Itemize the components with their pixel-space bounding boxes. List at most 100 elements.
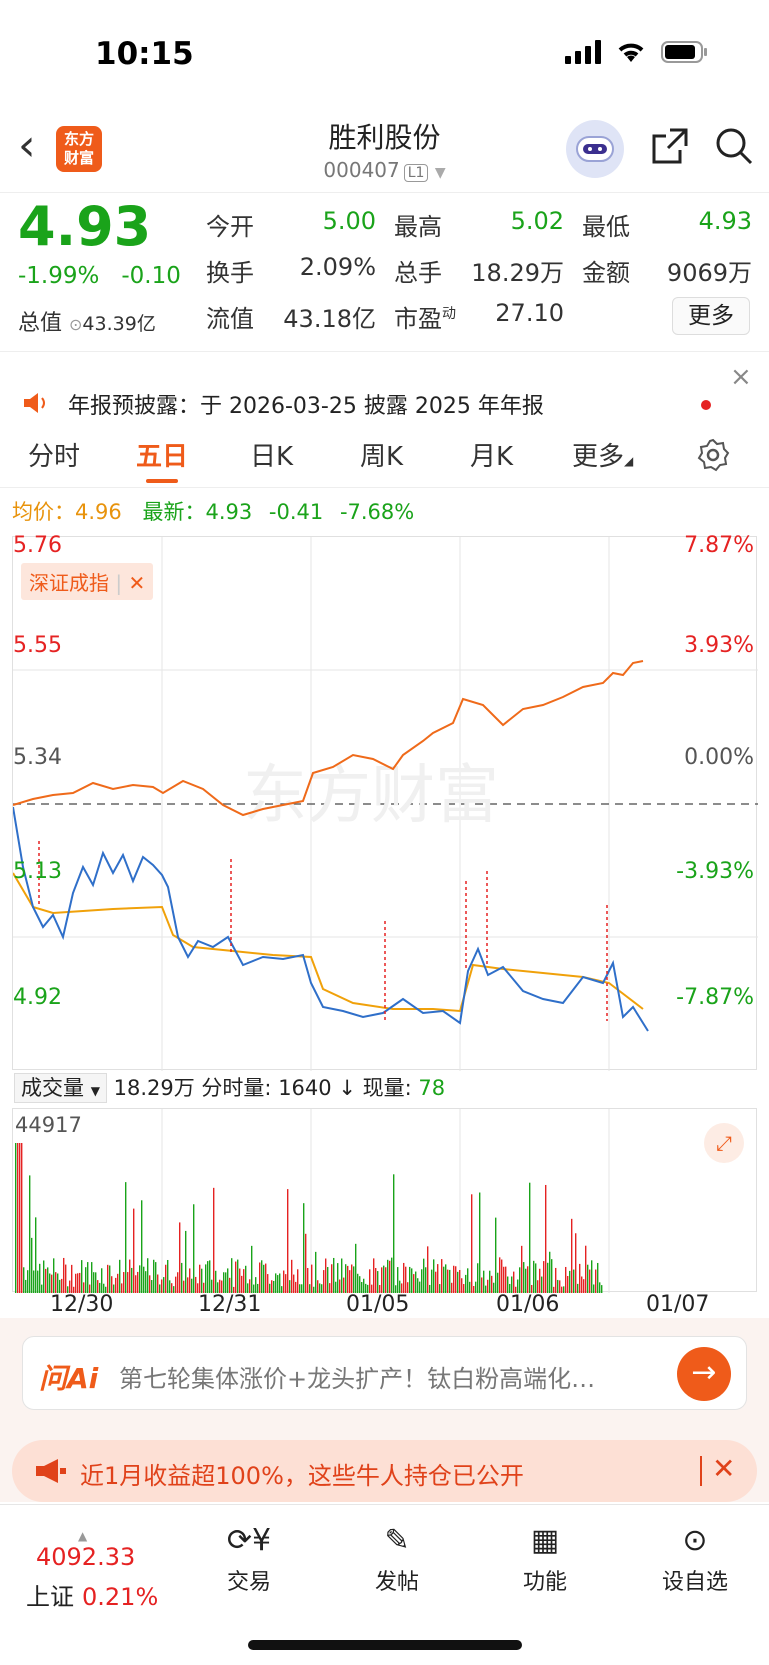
volume-bar (427, 1246, 429, 1293)
share-icon[interactable] (650, 126, 690, 166)
watermark: 东方财富 (243, 759, 499, 833)
volume-header: 成交量 ▼ 18.29万 分时量: 1640 ↓ 现量: 78 (14, 1072, 445, 1103)
volume-bar (525, 1268, 527, 1293)
volume-bar (495, 1217, 497, 1293)
y-label-5: 4.92 (13, 985, 62, 1010)
volume-bar (141, 1200, 143, 1293)
volume-bar (397, 1267, 399, 1293)
tab-daily-k[interactable]: 日K (250, 436, 293, 473)
volume-bar (359, 1276, 361, 1293)
volume-bar (315, 1251, 317, 1293)
indicator-select[interactable]: 成交量 ▼ (14, 1073, 107, 1103)
index-overlay-tag[interactable]: 深证成指 | ✕ (21, 563, 154, 600)
volume-bar (425, 1267, 427, 1293)
volume-bar (327, 1267, 329, 1293)
volume-bar (119, 1259, 121, 1293)
volume-bar (61, 1278, 63, 1293)
volume-bar (147, 1258, 149, 1293)
volume-bar (387, 1259, 389, 1293)
tab-weekly-k[interactable]: 周K (360, 436, 403, 473)
volume-bar (345, 1264, 347, 1293)
announcement-bar[interactable]: 年报预披露：于 2026-03-25 披露 2025 年年报 × (0, 362, 769, 420)
volume-bar (91, 1262, 93, 1293)
battery-icon (661, 41, 707, 63)
expand-icon[interactable]: ⤢ (704, 1123, 744, 1163)
volume-bar (149, 1275, 151, 1293)
volume-bar (307, 1267, 309, 1293)
volume-bar (535, 1263, 537, 1293)
nav-add-watchlist[interactable]: ⊙ 设自选 (650, 1523, 740, 1596)
volume-bar (343, 1277, 345, 1293)
volume-bar (215, 1270, 217, 1293)
index-ticker[interactable]: ▲ 4092.33 上证 0.21% (26, 1529, 158, 1612)
price-line (13, 806, 649, 1032)
close-icon[interactable]: × (730, 362, 752, 392)
volume-bar (223, 1272, 225, 1293)
volume-bar (411, 1268, 413, 1293)
tab-more[interactable]: 更多◢ (572, 436, 633, 473)
arrow-right-icon[interactable]: → (677, 1347, 731, 1401)
volume-bar (237, 1259, 239, 1293)
signal-icon (565, 40, 601, 64)
volume-bar (421, 1269, 423, 1293)
yuan-icon: ⟳¥ (226, 1523, 272, 1558)
quote-panel: 4.93 -1.99% -0.10 总值 ⊙43.39亿 今开 5.00 最高 5.0… (0, 192, 769, 352)
volume-bar (347, 1265, 349, 1293)
volume-bar (45, 1268, 47, 1293)
search-icon[interactable] (714, 126, 754, 166)
volume-bar (181, 1262, 183, 1293)
volume-bar (235, 1261, 237, 1293)
y-pct-5: -7.87% (676, 985, 754, 1010)
volume-bar (267, 1274, 269, 1293)
y-pct-1: 7.87% (684, 533, 754, 558)
volume-bar (573, 1269, 575, 1293)
volume-bar (49, 1273, 51, 1293)
ai-ask-box[interactable]: 问Ai 第七轮集体涨价+龙头扩产！钛白粉高端化… → (22, 1336, 747, 1410)
volume-bar (547, 1262, 549, 1293)
more-button[interactable]: 更多 (672, 297, 750, 335)
nav-post[interactable]: ✎ 发帖 (352, 1523, 442, 1596)
home-indicator (248, 1640, 522, 1650)
tab-intraday[interactable]: 分时 (28, 436, 80, 473)
volume-bar (305, 1233, 307, 1293)
volume-bar (265, 1263, 267, 1293)
volume-bar (177, 1272, 179, 1293)
volume-bar (303, 1203, 305, 1293)
close-icon: ✕ (128, 571, 146, 595)
tab-five-day[interactable]: 五日 (136, 436, 188, 483)
volume-bar (323, 1270, 325, 1293)
nav-functions[interactable]: ▦ 功能 (500, 1523, 590, 1596)
price-chart[interactable]: 东方财富 5.76 5.55 5.34 5.13 4.92 7.87% 3.93… (12, 533, 758, 1071)
volume-bar (29, 1175, 31, 1293)
volume-bar (125, 1182, 127, 1293)
volume-bar (455, 1266, 457, 1293)
y-pct-3: 0.00% (684, 745, 754, 770)
volume-bar (353, 1266, 355, 1293)
volume-bar (129, 1259, 131, 1293)
volume-bar (209, 1260, 211, 1293)
robot-avatar-icon[interactable] (566, 120, 624, 178)
caret-up-icon: ▲ (78, 1529, 88, 1543)
volume-bar (243, 1269, 245, 1293)
wifi-icon (618, 43, 644, 62)
volume-bar (123, 1272, 125, 1293)
nav-trade[interactable]: ⟳¥ 交易 (204, 1523, 294, 1596)
tab-monthly-k[interactable]: 月K (470, 436, 513, 473)
volume-chart[interactable]: 44917 ⤢ (12, 1108, 757, 1293)
volume-bar (283, 1270, 285, 1293)
volume-bar (551, 1259, 553, 1293)
volume-bar (163, 1277, 165, 1293)
volume-bar (167, 1259, 169, 1293)
x-tick: 01/05 (346, 1292, 410, 1317)
gear-icon[interactable] (696, 438, 730, 472)
info-icon: ⊙ (69, 315, 83, 334)
promo-banner[interactable]: 近1月收益超100%，这些牛人持仓已公开 ✕ (12, 1440, 757, 1502)
announcement-text: 年报预披露：于 2026-03-25 披露 2025 年年报 (68, 394, 544, 419)
volume-bar (193, 1204, 195, 1293)
volume-bar (227, 1268, 229, 1293)
volume-bar (229, 1277, 231, 1293)
close-icon[interactable]: ✕ (712, 1452, 735, 1485)
volume-bar (521, 1245, 523, 1293)
x-tick: 12/31 (198, 1292, 262, 1317)
y-label-1: 5.76 (13, 533, 62, 558)
